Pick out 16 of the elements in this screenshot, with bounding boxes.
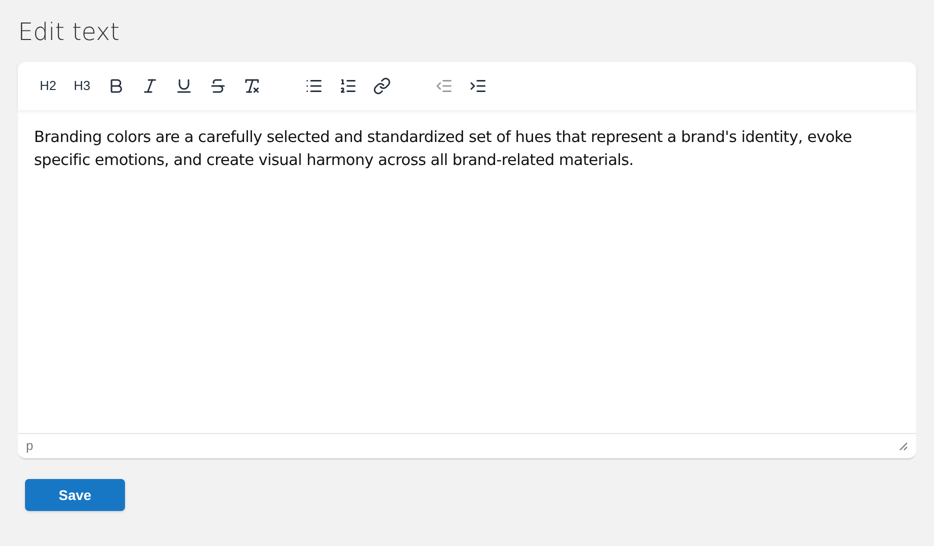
italic-icon <box>141 77 159 95</box>
page-title: Edit text <box>18 17 120 48</box>
save-button[interactable]: Save <box>25 479 125 511</box>
strikethrough-icon <box>209 77 227 95</box>
editor-content[interactable]: Branding colors are a carefully selected and standardized set of hues that represent a brand's identity, evoke specific emotions, and create visual harmony across all brand-related materials. <box>34 126 900 172</box>
underline-icon <box>175 77 193 95</box>
heading-button[interactable]: H2 <box>32 70 64 102</box>
element-path: p <box>26 437 34 456</box>
outdent-icon <box>435 77 453 95</box>
numbered-list-icon <box>339 77 357 95</box>
indent-icon <box>469 77 487 95</box>
clear-format-icon <box>243 77 261 95</box>
resize-handle-icon[interactable] <box>898 441 908 451</box>
bullet-list-icon <box>305 77 323 95</box>
link-icon <box>373 77 391 95</box>
heading-button[interactable]: H3 <box>66 70 98 102</box>
